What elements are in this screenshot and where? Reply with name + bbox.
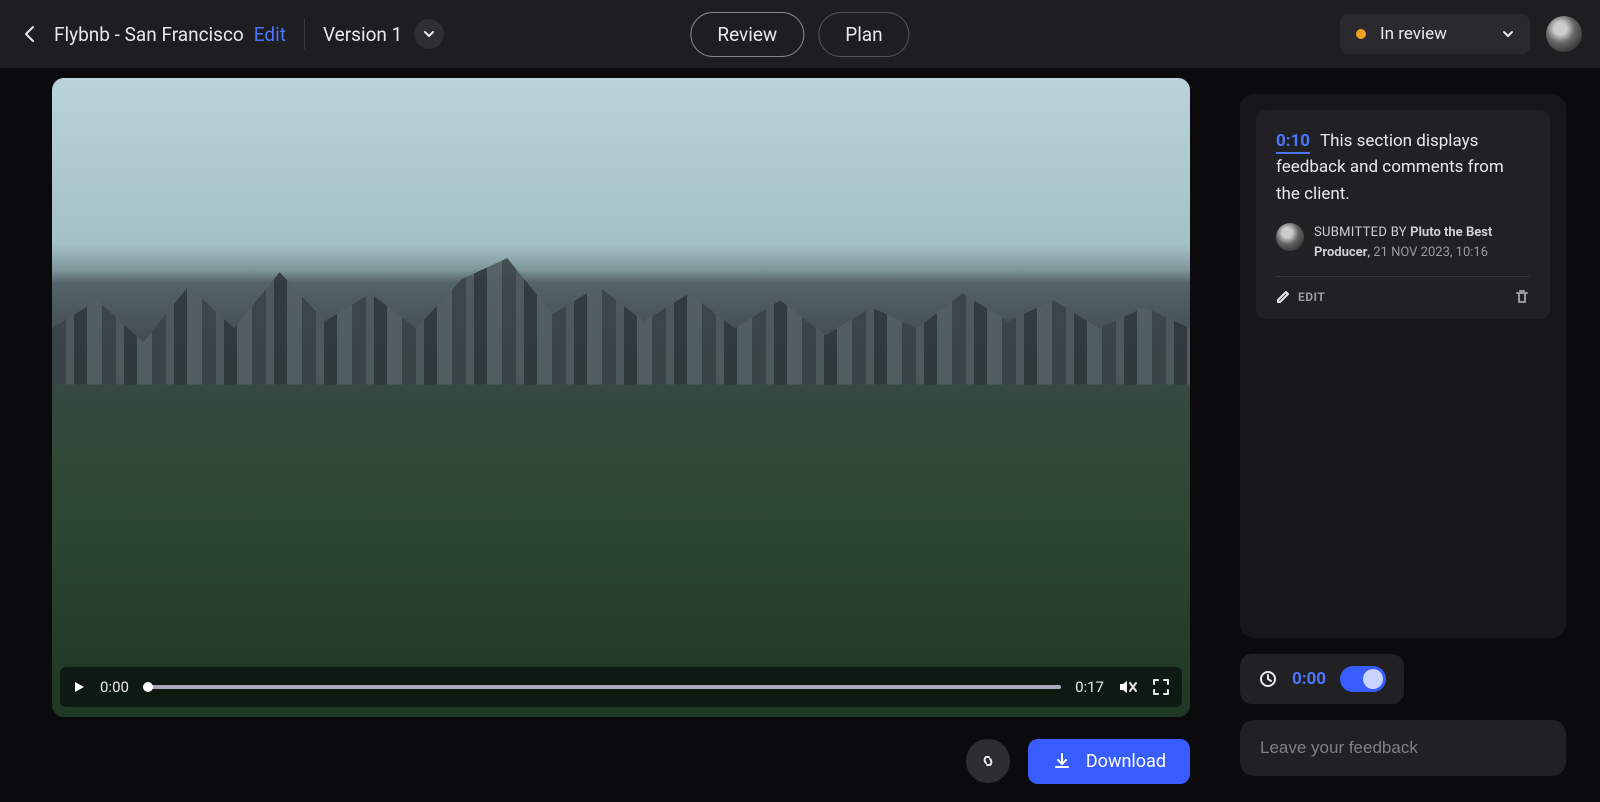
header-right: In review (1340, 14, 1582, 54)
timestamp-toggle[interactable] (1340, 666, 1386, 692)
feedback-column: 0:10 This section displays feedback and … (1230, 68, 1600, 802)
chevron-down-icon (1502, 29, 1514, 39)
tab-review[interactable]: Review (690, 12, 804, 57)
comment-meta-text: SUBMITTED BY Pluto the Best Producer, 21… (1314, 223, 1530, 262)
video-column: 0:00 0:17 (0, 68, 1230, 802)
comment-edit-label: EDIT (1298, 290, 1325, 304)
tab-plan[interactable]: Plan (818, 12, 909, 57)
video-seek-track[interactable] (143, 685, 1061, 689)
play-icon[interactable] (72, 680, 86, 694)
download-button[interactable]: Download (1028, 739, 1190, 784)
video-actions-row: Download (52, 739, 1190, 784)
back-button[interactable] (18, 22, 42, 46)
comment-meta: SUBMITTED BY Pluto the Best Producer, 21… (1276, 223, 1530, 277)
status-dot-icon (1356, 29, 1366, 39)
comment-actions: EDIT (1276, 289, 1530, 305)
comment-delete-button[interactable] (1514, 289, 1530, 305)
video-still-image (52, 78, 1190, 717)
version-label: Version 1 (323, 23, 402, 46)
comment-timestamp-link[interactable]: 0:10 (1276, 131, 1310, 154)
timestamp-value: 0:00 (1292, 669, 1326, 689)
project-title-block: Flybnb - San Francisco Edit (54, 23, 286, 46)
app-header: Flybnb - San Francisco Edit Version 1 Re… (0, 0, 1600, 68)
feedback-input-wrap (1240, 720, 1566, 776)
user-avatar[interactable] (1546, 16, 1582, 52)
link-icon (978, 751, 998, 771)
video-player[interactable]: 0:00 0:17 (52, 78, 1190, 717)
submitted-by-label: SUBMITTED BY (1314, 225, 1407, 240)
comment-author-avatar (1276, 223, 1304, 251)
copy-link-button[interactable] (966, 739, 1010, 783)
mode-tabs: Review Plan (690, 12, 909, 57)
comment-edit-button[interactable]: EDIT (1276, 290, 1325, 304)
edit-title-link[interactable]: Edit (254, 23, 286, 46)
video-still-skyline (52, 244, 1190, 385)
video-duration: 0:17 (1075, 678, 1104, 696)
download-icon (1052, 751, 1072, 771)
comments-panel: 0:10 This section displays feedback and … (1240, 94, 1566, 638)
comment-text: This section displays feedback and comme… (1276, 131, 1504, 204)
version-selector[interactable]: Version 1 (323, 19, 444, 49)
fullscreen-icon[interactable] (1152, 678, 1170, 696)
comment-card: 0:10 This section displays feedback and … (1256, 110, 1550, 319)
comment-body: 0:10 This section displays feedback and … (1276, 128, 1530, 207)
divider (304, 19, 305, 49)
project-title: Flybnb - San Francisco (54, 23, 244, 46)
feedback-input[interactable] (1240, 720, 1566, 776)
video-controls: 0:00 0:17 (60, 667, 1182, 707)
chevron-down-icon (423, 29, 435, 39)
panel-spacer (1256, 319, 1550, 622)
pencil-icon (1276, 290, 1290, 304)
volume-muted-icon[interactable] (1118, 678, 1138, 696)
status-select[interactable]: In review (1340, 14, 1530, 54)
comment-date: 21 NOV 2023, 10:16 (1373, 245, 1488, 260)
video-current-time: 0:00 (100, 678, 129, 696)
download-label: Download (1086, 751, 1166, 772)
status-label: In review (1380, 24, 1488, 44)
main-area: 0:00 0:17 (0, 68, 1600, 802)
trash-icon (1514, 289, 1530, 305)
timestamp-toggle-row: 0:00 (1240, 654, 1404, 704)
chevron-left-icon (23, 24, 37, 44)
clock-icon (1258, 669, 1278, 689)
version-chevron-button[interactable] (414, 19, 444, 49)
